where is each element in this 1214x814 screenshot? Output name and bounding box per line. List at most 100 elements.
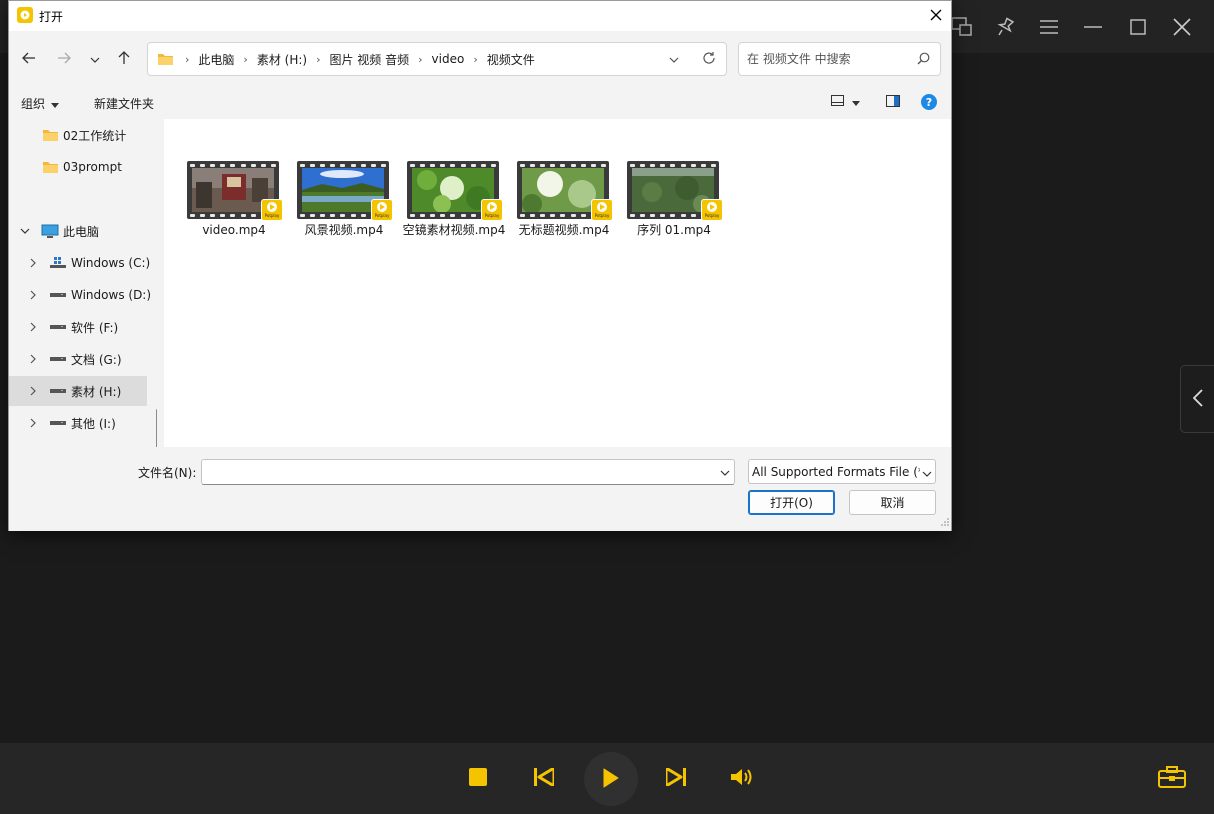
video-thumbnail: Potplay [627,159,723,221]
video-thumbnail: Potplay [517,159,613,221]
resize-grip-icon[interactable] [941,515,949,529]
file-item[interactable]: Potplay 风景视频.mp4 [289,159,399,238]
chevron-right-icon[interactable]: › [473,53,477,66]
chevron-right-icon: › [185,52,190,66]
search-icon[interactable] [917,52,930,68]
file-type-select[interactable]: All Supported Formats File (*. [748,459,936,484]
search-input[interactable] [747,50,907,68]
dialog-close-button[interactable] [921,1,951,31]
next-button[interactable] [654,756,698,800]
maximize-icon[interactable] [1116,0,1160,53]
chevron-right-icon[interactable]: › [243,53,247,66]
up-button[interactable] [110,45,138,73]
video-thumbnail: Potplay [187,159,283,221]
play-button[interactable] [584,752,638,806]
chevron-down-icon [920,466,932,480]
side-panel-toggle[interactable] [1180,365,1214,433]
tree-item-drive-g[interactable]: 文档 (G:) [9,344,157,374]
play-icon [603,768,619,791]
file-name: 无标题视频.mp4 [518,223,610,237]
tree-item-label: 素材 (H:) [71,384,122,399]
file-item[interactable]: Potplay 无标题视频.mp4 [509,159,619,238]
new-folder-button[interactable]: 新建文件夹 [94,95,154,112]
stop-button[interactable] [456,756,500,800]
tree-item-drive-c[interactable]: Windows (C:) [9,248,157,278]
preview-pane-button[interactable] [886,95,900,110]
recent-locations-button[interactable] [81,45,109,73]
volume-icon [731,768,753,789]
caret-down-icon [51,97,60,111]
tree-item-drive-h[interactable]: 素材 (H:) [9,376,147,406]
chevron-right-icon[interactable] [26,288,40,302]
previous-button[interactable] [522,756,566,800]
tree-item-label: Windows (D:) [71,288,152,302]
navigation-pane-scrollbar[interactable] [156,409,157,447]
change-view-button[interactable] [831,95,860,109]
refresh-button[interactable] [700,50,718,68]
file-item[interactable]: Potplay 序列 01.mp4 [619,159,729,238]
badge-brand: Potplay [264,213,280,218]
toolbox-button[interactable] [1150,756,1194,800]
navigation-pane[interactable]: 02工作统计 03prompt 此电脑 Windows (C:) Windows… [9,119,157,447]
chevron-right-icon[interactable]: › [418,53,422,66]
badge-brand: Potplay [594,213,610,218]
tree-item-label: 03prompt [63,160,122,174]
address-history-dropdown[interactable] [666,51,682,67]
open-button[interactable]: 打开(O) [748,490,835,515]
dialog-title: 打开 [39,10,64,24]
organize-label: 组织 [21,97,46,111]
breadcrumb-item[interactable]: 视频文件 [487,51,535,68]
address-bar[interactable]: › 此电脑 › 素材 (H:) › 图片 视频 音频 › video › 视频文… [147,42,727,76]
dialog-titlebar[interactable]: 打开 [9,1,951,31]
refresh-icon [702,51,716,68]
arrow-left-icon [22,52,36,67]
arrow-right-icon [57,52,71,67]
file-name: video.mp4 [202,223,266,237]
chevron-right-icon[interactable] [26,320,40,334]
tree-item-label: 软件 (F:) [71,320,119,335]
tree-item-02工作统计[interactable]: 02工作统计 [9,120,157,150]
tree-item-this-pc[interactable]: 此电脑 [9,216,157,246]
folder-icon [41,128,59,142]
search-box[interactable] [738,42,941,76]
organize-menu-button[interactable]: 组织 [21,95,60,112]
toolbox-icon [1158,765,1186,791]
chevron-right-icon[interactable] [26,256,40,270]
chevron-right-icon[interactable] [26,416,40,430]
chevron-right-icon[interactable] [26,352,40,366]
dialog-footer: 文件名(N): All Supported Formats File (*. 打… [9,447,951,531]
volume-button[interactable] [720,756,764,800]
tree-item-drive-d[interactable]: Windows (D:) [9,280,157,310]
tree-item-label: Windows (C:) [71,256,151,270]
file-list[interactable]: Potplay video.mp4 Potplay 风景视频.mp4 Potpl… [164,119,951,447]
cancel-button[interactable]: 取消 [849,490,936,515]
chevron-right-icon[interactable]: › [316,53,320,66]
breadcrumb-item[interactable]: 图片 视频 音频 [329,51,409,68]
breadcrumb-item[interactable]: 此电脑 [198,51,234,68]
forward-button[interactable] [50,45,78,73]
back-button[interactable] [15,45,43,73]
close-icon[interactable] [1160,0,1204,53]
minimize-icon[interactable] [1071,0,1115,53]
video-thumbnail: Potplay [297,159,393,221]
breadcrumb-item[interactable]: 素材 (H:) [257,51,307,68]
navigation-bar: › 此电脑 › 素材 (H:) › 图片 视频 音频 › video › 视频文… [9,31,951,87]
filename-input[interactable] [208,464,708,481]
tree-item-03prompt[interactable]: 03prompt [9,152,157,182]
badge-brand: Potplay [484,213,500,218]
chevron-down-icon[interactable] [18,224,32,238]
menu-icon[interactable] [1027,0,1071,53]
file-item[interactable]: Potplay video.mp4 [179,159,289,238]
filename-label: 文件名(N): [138,466,197,480]
pin-icon[interactable] [984,0,1028,53]
open-file-dialog: 打开 › 此电脑 › 素材 (H:) › 图片 视频 音频 › video › … [8,0,952,531]
breadcrumb-item[interactable]: video [432,52,465,66]
drive-icon [49,288,67,302]
filename-combobox[interactable] [201,459,735,485]
chevron-right-icon[interactable] [26,384,40,398]
file-item[interactable]: Potplay 空镜素材视频.mp4 [399,159,509,238]
help-button[interactable]: ? [921,94,937,110]
chevron-down-icon[interactable] [720,465,730,479]
tree-item-drive-i[interactable]: 其他 (I:) [9,408,157,438]
tree-item-drive-f[interactable]: 软件 (F:) [9,312,157,342]
